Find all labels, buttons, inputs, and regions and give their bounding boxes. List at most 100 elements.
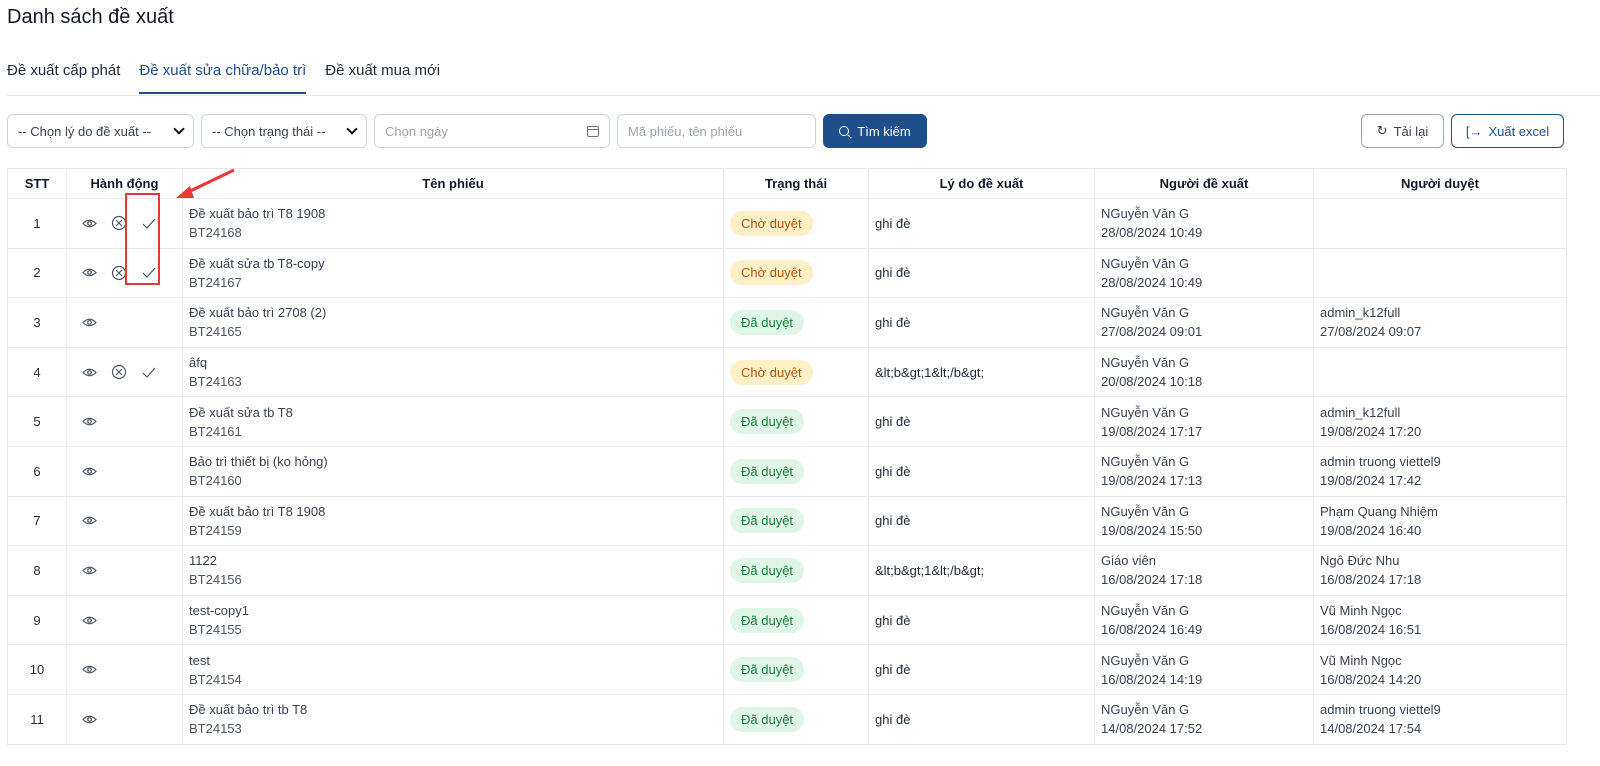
eye-icon[interactable]	[81, 314, 97, 330]
reason-text: ghi đè	[875, 414, 911, 430]
cell-actions	[66, 694, 183, 745]
proposed-at: 16/08/2024 16:49	[1101, 622, 1203, 638]
eye-icon[interactable]	[81, 711, 97, 727]
circle-x-icon[interactable]	[111, 364, 127, 380]
cell-actions	[66, 545, 183, 596]
status-badge: Chờ duyệt	[730, 210, 813, 236]
cell-status: Đã duyệt	[723, 446, 869, 497]
proposal-table: STT Hành động Tên phiếu Trạng thái Lý do…	[7, 168, 1567, 745]
table-row: 5 Đề xuất sửa tb T8 BT24161 Đã duyệt ghi đè N…	[7, 396, 1567, 447]
status-badge: Đã duyệt	[730, 706, 805, 732]
reload-button[interactable]: ↻ Tải lại	[1361, 114, 1444, 148]
export-button-label: Xuất excel	[1488, 123, 1550, 139]
check-icon[interactable]	[141, 364, 157, 380]
proposal-name[interactable]: Đề xuất sửa tb T8	[189, 403, 717, 422]
search-button[interactable]: Tìm kiếm	[823, 114, 927, 148]
proposal-name[interactable]: Đề xuất sửa tb T8-copy	[189, 254, 717, 273]
proposed-at: 28/08/2024 10:49	[1101, 225, 1203, 241]
cell-proposer: NGuyễn Văn G 19/08/2024 17:17	[1094, 396, 1314, 447]
annotation-arrow-icon	[176, 168, 235, 198]
table-row: 9 test-copy1 BT24155 Đã duyệt ghi đè NGuyễn V…	[7, 595, 1567, 646]
cell-reason: &lt;b&gt;1&lt;/b&gt;	[868, 347, 1095, 398]
proposed-at: 19/08/2024 17:13	[1101, 473, 1203, 489]
cell-approver: Vũ Minh Ngọc 16/08/2024 14:20	[1313, 644, 1567, 695]
cell-stt: 1	[7, 198, 67, 249]
tab-repair-maintenance[interactable]: Đề xuất sửa chữa/bảo trì	[139, 62, 307, 94]
keyword-placeholder: Mã phiếu, tên phiếu	[628, 123, 743, 139]
proposed-at: 19/08/2024 17:17	[1101, 423, 1203, 439]
cell-stt: 11	[7, 694, 67, 745]
cell-reason: ghi đè	[868, 644, 1095, 695]
proposer-name: NGuyễn Văn G	[1101, 652, 1190, 668]
proposal-name[interactable]: 1122	[189, 551, 717, 570]
cell-actions	[66, 446, 183, 497]
reason-text: ghi đè	[875, 513, 911, 529]
proposal-code: BT24168	[189, 225, 242, 241]
status-badge: Chờ duyệt	[730, 260, 813, 286]
status-badge: Đã duyệt	[730, 557, 805, 583]
proposal-name[interactable]: test-copy1	[189, 601, 717, 620]
cell-status: Đã duyệt	[723, 396, 869, 447]
proposer-name: NGuyễn Văn G	[1101, 503, 1190, 519]
status-badge: Đã duyệt	[730, 607, 805, 633]
cell-approver: admin truong viettel9 14/08/2024 17:54	[1313, 694, 1567, 745]
cell-proposer: Giáo viên 16/08/2024 17:18	[1094, 545, 1314, 596]
proposal-name[interactable]: Đề xuất bảo trì T8 1908	[189, 204, 717, 223]
cell-name: test BT24154	[182, 644, 724, 695]
eye-icon[interactable]	[81, 662, 97, 678]
proposer-name: Giáo viên	[1101, 553, 1156, 569]
proposal-name[interactable]: Đề xuất bảo trì 2708 (2)	[189, 303, 717, 322]
cell-name: Bảo trì thiết bị (ko hỏng) BT24160	[182, 446, 724, 497]
proposal-name[interactable]: Đề xuất bảo trì tb T8	[189, 700, 717, 719]
proposed-at: 27/08/2024 09:01	[1101, 324, 1203, 340]
eye-icon[interactable]	[81, 215, 97, 231]
eye-icon[interactable]	[81, 513, 97, 529]
eye-icon[interactable]	[81, 612, 97, 628]
cell-reason: ghi đè	[868, 396, 1095, 447]
eye-icon[interactable]	[81, 364, 97, 380]
tab-new-purchase[interactable]: Đề xuất mua mới	[325, 62, 440, 94]
cell-name: Đề xuất bảo trì T8 1908 BT24168	[182, 198, 724, 249]
proposal-name[interactable]: Bảo trì thiết bị (ko hỏng)	[189, 452, 717, 471]
status-select-value: -- Chọn trạng thái --	[212, 123, 326, 139]
eye-icon[interactable]	[81, 414, 97, 430]
approved-at: 14/08/2024 17:54	[1320, 721, 1422, 737]
approved-at: 16/08/2024 16:51	[1320, 622, 1422, 638]
table-row: 7 Đề xuất bảo trì T8 1908 BT24159 Đã duyệt g…	[7, 496, 1567, 547]
eye-icon[interactable]	[81, 463, 97, 479]
reason-select[interactable]: -- Chọn lý do đề xuất --	[7, 114, 194, 148]
reason-text: ghi đè	[875, 265, 911, 281]
cell-proposer: NGuyễn Văn G 20/08/2024 10:18	[1094, 347, 1314, 398]
status-badge: Đã duyệt	[730, 657, 805, 683]
proposal-name[interactable]: âfq	[189, 353, 717, 372]
tab-allocation[interactable]: Đề xuất cấp phát	[7, 62, 120, 94]
proposal-name[interactable]: Đề xuất bảo trì T8 1908	[189, 502, 717, 521]
proposal-name[interactable]: test	[189, 651, 717, 670]
cell-proposer: NGuyễn Văn G 19/08/2024 17:13	[1094, 446, 1314, 497]
cell-reason: ghi đè	[868, 248, 1095, 299]
col-header-approver: Người duyệt	[1313, 168, 1567, 199]
filter-bar: -- Chọn lý do đề xuất -- -- Chọn trạng t…	[7, 114, 1600, 150]
cell-stt: 10	[7, 644, 67, 695]
cell-stt: 7	[7, 496, 67, 547]
proposer-name: NGuyễn Văn G	[1101, 355, 1190, 371]
search-button-label: Tìm kiếm	[857, 123, 911, 139]
proposer-name: NGuyễn Văn G	[1101, 702, 1190, 718]
proposal-code: BT24155	[189, 622, 242, 638]
proposed-at: 14/08/2024 17:52	[1101, 721, 1203, 737]
cell-proposer: NGuyễn Văn G 28/08/2024 10:49	[1094, 248, 1314, 299]
cell-reason: ghi đè	[868, 446, 1095, 497]
keyword-input[interactable]: Mã phiếu, tên phiếu	[617, 114, 816, 148]
eye-icon[interactable]	[81, 265, 97, 281]
export-excel-button[interactable]: [→ Xuất excel	[1451, 114, 1564, 148]
eye-icon[interactable]	[81, 562, 97, 578]
cell-actions	[66, 396, 183, 447]
proposal-code: BT24154	[189, 671, 242, 687]
status-select[interactable]: -- Chọn trạng thái --	[201, 114, 367, 148]
cell-stt: 5	[7, 396, 67, 447]
cell-status: Đã duyệt	[723, 545, 869, 596]
date-picker[interactable]: Chọn ngày	[374, 114, 610, 148]
cell-actions	[66, 496, 183, 547]
cell-name: Đề xuất bảo trì T8 1908 BT24159	[182, 496, 724, 547]
table-row: 4 âfq BT24163 Chờ duyệt &lt;b&gt;1&lt;/b&gt;…	[7, 347, 1567, 398]
